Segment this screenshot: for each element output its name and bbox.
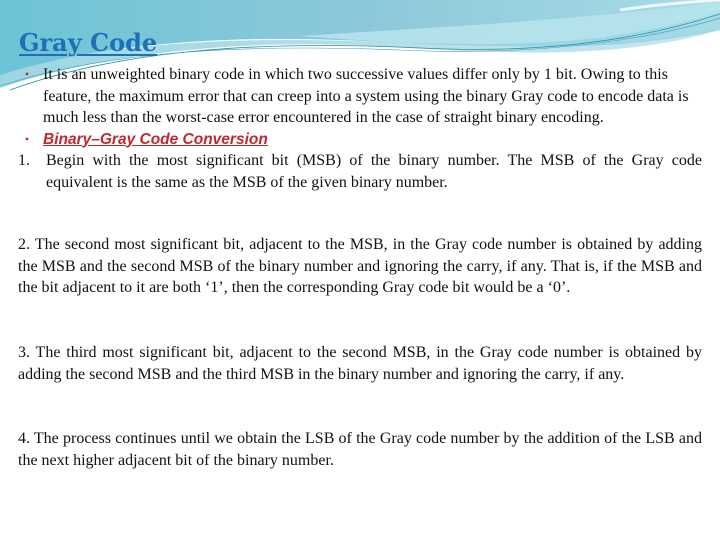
bullet-text: It is an unweighted binary code in which…: [43, 66, 689, 126]
bullet-item: • Binary–Gray Code Conversion: [0, 129, 720, 151]
numbered-step: 1. Begin with the most significant bit (…: [0, 150, 720, 193]
bullet-icon: •: [24, 67, 30, 81]
paragraph-step-4: 4. The process continues until we obtain…: [18, 430, 702, 469]
bullet-item: • It is an unweighted binary code in whi…: [0, 64, 720, 129]
step-number: 1.: [18, 152, 30, 169]
paragraph-step-3: 3. The third most significant bit, adjac…: [18, 344, 702, 383]
paragraph-step-2: 2. The second most significant bit, adja…: [18, 236, 702, 296]
step-text: Begin with the most significant bit (MSB…: [46, 152, 702, 191]
slide-content: • It is an unweighted binary code in whi…: [0, 64, 720, 469]
section-heading-conversion: Binary–Gray Code Conversion: [43, 130, 268, 148]
bullet-icon: •: [24, 131, 30, 146]
slide-title: Gray Code: [19, 28, 158, 57]
